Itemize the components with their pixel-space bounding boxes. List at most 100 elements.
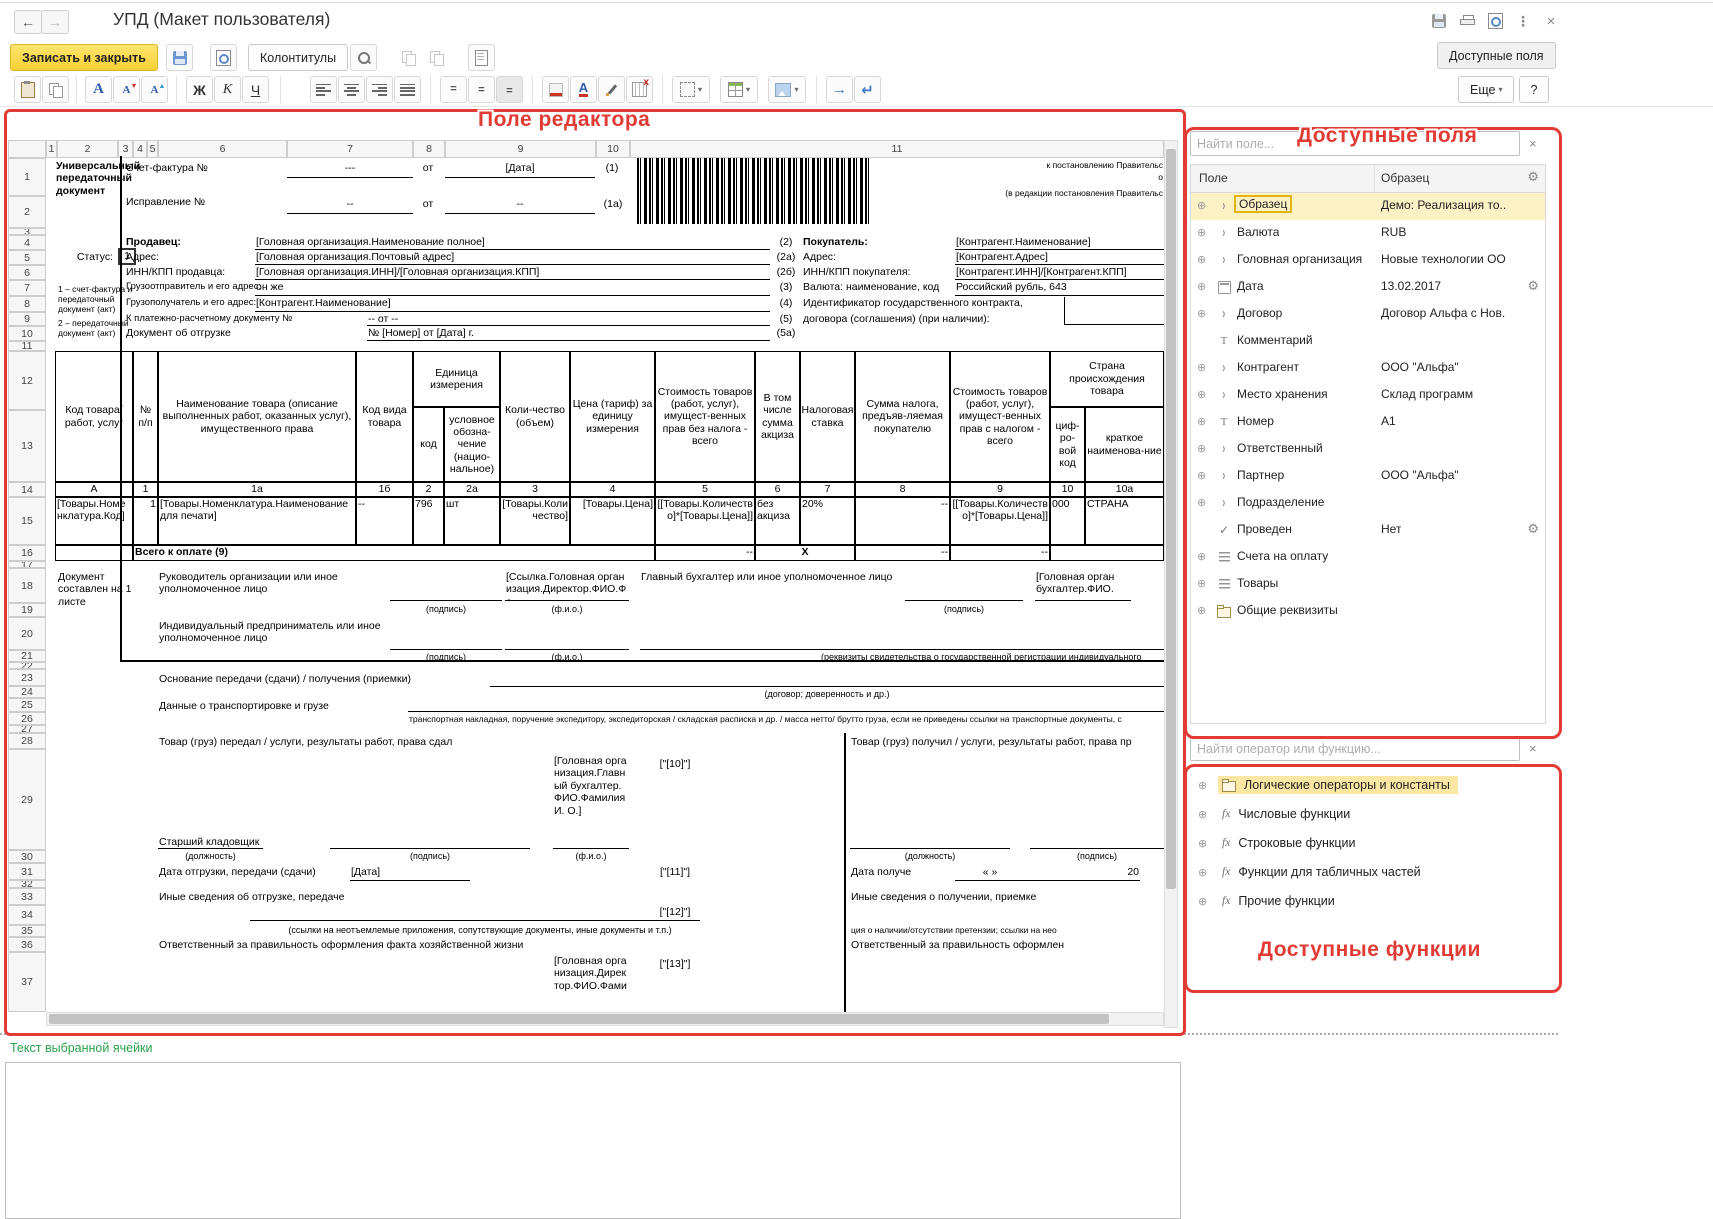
sheet-cell[interactable]: Дата получе	[850, 866, 932, 881]
sheet-cell[interactable]: (ссылки на неотъемлемые приложения, сопу…	[230, 925, 730, 936]
row-header-15[interactable]: 15	[8, 497, 46, 545]
column-header-6[interactable]: 6	[158, 140, 287, 158]
row-header-35[interactable]: 35	[8, 925, 46, 937]
row-header-25[interactable]: 25	[8, 698, 46, 712]
sheet-cell[interactable]: 4	[570, 482, 655, 497]
sheet-cell[interactable]: Старший кладовщик	[158, 802, 263, 849]
splitter[interactable]	[0, 1033, 1558, 1035]
expand-icon[interactable]: ⊕	[1197, 307, 1206, 320]
column-header-4[interactable]: 4	[133, 140, 147, 158]
field-row[interactable]: ⊕›ОбразецДемо: Реализация то...	[1191, 193, 1545, 220]
paste-button[interactable]	[14, 76, 41, 103]
function-category-row[interactable]: ⊕fxФункции для табличных частей	[1190, 859, 1546, 888]
function-category-row[interactable]: ⊕fxЧисловые функции	[1190, 801, 1546, 830]
sheet-cell[interactable]	[850, 834, 1010, 849]
sheet-cell[interactable]: 20%	[800, 497, 855, 545]
expand-icon[interactable]: ⊕	[1197, 253, 1206, 266]
sheet-cell[interactable]: [Контрагент.Наименование]	[255, 297, 770, 312]
sheet-cell[interactable]: Документ об отгрузке	[125, 327, 365, 341]
row-header-14[interactable]: 14	[8, 482, 46, 497]
function-category-row[interactable]: ⊕fxСтроковые функции	[1190, 830, 1546, 859]
sheet-cell[interactable]: от	[413, 162, 443, 178]
sheet-cell[interactable]: --	[655, 545, 755, 561]
row-header-36[interactable]: 36	[8, 937, 46, 952]
sheet-cell[interactable]: Ответственный за правильность оформлен	[850, 939, 1164, 953]
field-row[interactable]: ⊕›Головная организацияНовые технологии О…	[1191, 247, 1545, 274]
sheet-cell[interactable]: Индивидуальный предприниматель или иное …	[158, 620, 388, 650]
row-header-13[interactable]: 13	[8, 410, 46, 482]
align-right-button[interactable]	[366, 76, 393, 103]
sheet-cell[interactable]: Наименование товара (описание выполненны…	[158, 351, 356, 482]
field-row[interactable]: ⊕Товары	[1191, 571, 1545, 598]
sheet-cell[interactable]: К платежно-расчетному документу №	[125, 313, 365, 326]
sheet-cell[interactable]: без акциза	[755, 497, 800, 545]
sheet-cell[interactable]: (5)	[770, 313, 802, 326]
function-category-row[interactable]: ⊕Логические операторы и константы	[1190, 772, 1546, 801]
sheet-cell[interactable]: СТРАНА	[1085, 497, 1164, 545]
sheet-cell[interactable]: 1	[133, 497, 158, 545]
row-header-18[interactable]: 18	[8, 568, 46, 603]
cells-dropdown[interactable]: ▾	[720, 76, 758, 103]
clear-cells-button[interactable]	[626, 76, 653, 103]
field-row[interactable]: TКомментарий	[1191, 328, 1545, 355]
expand-icon[interactable]: ⊕	[1198, 837, 1207, 850]
column-header-9[interactable]: 9	[445, 140, 596, 158]
sheet-cell[interactable]	[330, 834, 530, 849]
sheet-cell[interactable]: [Товары.Цена]	[570, 497, 655, 545]
sheet-cell[interactable]: --	[855, 497, 950, 545]
table-settings-icon[interactable]: ⚙	[1527, 169, 1539, 185]
sheet-cell[interactable]: транспортная накладная, поручение экспед…	[408, 714, 1164, 725]
sheet-cell[interactable]: код	[413, 407, 444, 482]
expand-icon[interactable]: ⊕	[1197, 388, 1206, 401]
sheet-cell[interactable]: [Товары.Количество]	[500, 497, 570, 545]
column-header-10[interactable]: 10	[596, 140, 630, 158]
sheet-cell[interactable]: 10	[1050, 482, 1085, 497]
sheet-cell[interactable]: ИНН/КПП продавца:	[125, 266, 253, 280]
sheet-cell[interactable]: Ответственный за правильность оформления…	[158, 939, 638, 953]
sheet-cell[interactable]	[1030, 834, 1164, 849]
sheet-cell[interactable]: [Контрагент.Наименование]	[955, 236, 1164, 250]
row-header-31[interactable]: 31	[8, 863, 46, 880]
sheet-cell[interactable]: шт	[444, 497, 500, 545]
sheet-cell[interactable]: « »	[955, 866, 1025, 881]
row-header-20[interactable]: 20	[8, 617, 46, 650]
sheet-cell[interactable]: [Ссылка.Головная организация.Директор.ФИ…	[505, 571, 629, 601]
row-header-12[interactable]: 12	[8, 351, 46, 410]
row-settings-icon[interactable]: ⚙	[1527, 521, 1539, 537]
valign-middle-button[interactable]: =	[468, 76, 495, 103]
sheet-cell[interactable]: Налоговая ставка	[800, 351, 855, 482]
field-row[interactable]: ⊕Дата13.02.2017⚙	[1191, 274, 1545, 301]
sheet-cell[interactable]: Покупатель:	[802, 236, 952, 250]
sheet-cell[interactable]: (подпись)	[905, 604, 1023, 616]
row-header-16[interactable]: 16	[8, 545, 46, 561]
horizontal-scrollbar[interactable]	[46, 1012, 1164, 1026]
sheet-cell[interactable]: Адрес:	[125, 251, 253, 265]
row-header-7[interactable]: 7	[8, 280, 46, 296]
field-row[interactable]: ⊕›ВалютаRUB	[1191, 220, 1545, 247]
save-close-button[interactable]: Записать и закрыть	[10, 44, 158, 71]
field-row[interactable]: ✓ПроведенНет⚙	[1191, 517, 1545, 544]
draw-border-button[interactable]	[598, 76, 625, 103]
expand-icon[interactable]: ⊕	[1197, 415, 1206, 428]
column-header-7[interactable]: 7	[287, 140, 413, 158]
column-header-8[interactable]: 8	[413, 140, 445, 158]
row-header-19[interactable]: 19	[8, 603, 46, 617]
sheet-cell[interactable]: В том числе сумма акциза	[755, 351, 800, 482]
row-header-27[interactable]: 27	[8, 725, 46, 733]
print-icon[interactable]	[1456, 12, 1478, 30]
sheet-cell[interactable]: 9	[950, 482, 1050, 497]
sheet-cell[interactable]: Иные сведения о получении, приемке	[850, 891, 1164, 906]
expand-icon[interactable]: ⊕	[1197, 469, 1206, 482]
row-header-8[interactable]: 8	[8, 296, 46, 312]
functions-search-input[interactable]	[1190, 736, 1520, 761]
sheet-cell[interactable]: (подпись)	[330, 851, 530, 862]
sheet-cell[interactable]: (реквизиты свидетельства о государственн…	[820, 652, 1164, 664]
row-header-22[interactable]: 22	[8, 662, 46, 669]
sheet-cell[interactable]: от	[413, 198, 443, 214]
field-row[interactable]: ⊕TНомерА1	[1191, 409, 1545, 436]
expand-icon[interactable]: ⊕	[1198, 866, 1207, 879]
sheet-cell[interactable]: [Товары.Номенклатура.Наименование для пе…	[158, 497, 356, 545]
sheet-cell[interactable]: --	[356, 497, 413, 545]
row-header-6[interactable]: 6	[8, 265, 46, 280]
vertical-scrollbar[interactable]	[1164, 140, 1178, 1028]
